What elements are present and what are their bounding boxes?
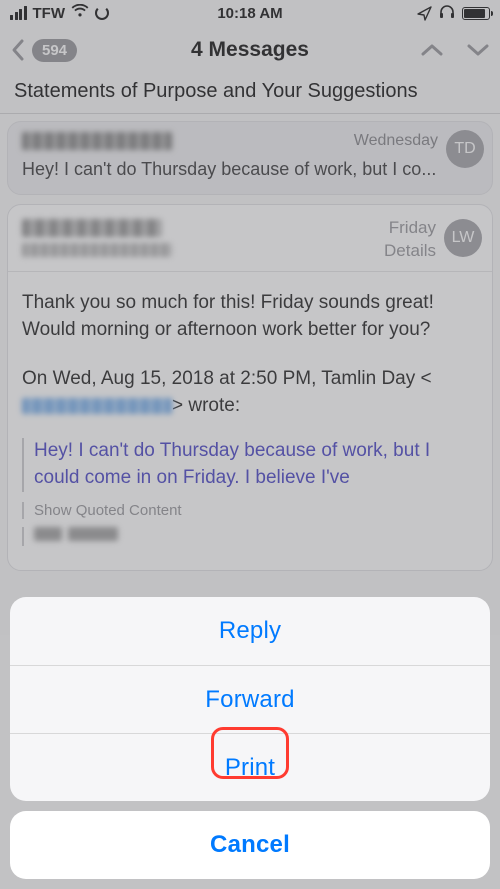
body-paragraph: Thank you so much for this! Friday sound… [22,290,478,344]
action-sheet-cancel-group: Cancel [10,811,490,879]
action-sheet: Reply Forward Print Cancel [10,597,490,879]
quoted-text: Hey! I can't do Thursday because of work… [22,438,478,492]
divider [8,271,492,272]
print-button[interactable]: Print [10,733,490,801]
message-date: Friday [384,217,436,240]
clock: 10:18 AM [0,5,500,22]
reply-attribution: On Wed, Aug 15, 2018 at 2:50 PM, Tamlin … [22,366,478,420]
message-date: Wednesday [354,132,438,150]
cancel-button[interactable]: Cancel [10,811,490,879]
status-bar: TFW 10:18 AM [0,0,500,26]
action-sheet-group: Reply Forward Print [10,597,490,801]
thread-subject: Statements of Purpose and Your Suggestio… [0,74,500,114]
details-button[interactable]: Details [384,240,436,263]
previous-message-button[interactable] [420,42,444,58]
nav-bar: 594 4 Messages [0,26,500,74]
forward-button[interactable]: Forward [10,665,490,733]
back-button[interactable]: 594 [10,38,77,62]
next-message-button[interactable] [466,42,490,58]
avatar: LW [444,219,482,257]
sender-name-redacted [22,219,162,237]
sender-email-redacted [22,243,172,257]
show-quoted-content-button[interactable]: Show Quoted Content [22,502,478,519]
quoted-footer-redacted [22,527,478,546]
avatar: TD [446,130,484,168]
sender-name-redacted [22,132,172,150]
reply-button[interactable]: Reply [10,597,490,665]
mail-thread-screen: TFW 10:18 AM 594 4 Messages [0,0,500,889]
message-preview: Hey! I can't do Thursday because of work… [22,159,478,180]
chevron-left-icon [10,38,26,62]
message-body: Thank you so much for this! Friday sound… [22,290,478,420]
message-card-collapsed[interactable]: Wednesday TD Hey! I can't do Thursday be… [7,121,493,195]
unread-count-badge: 594 [32,39,77,62]
email-redacted [22,398,172,414]
message-card-expanded: Friday Details LW Thank you so much for … [7,204,493,571]
battery-icon [462,7,490,20]
